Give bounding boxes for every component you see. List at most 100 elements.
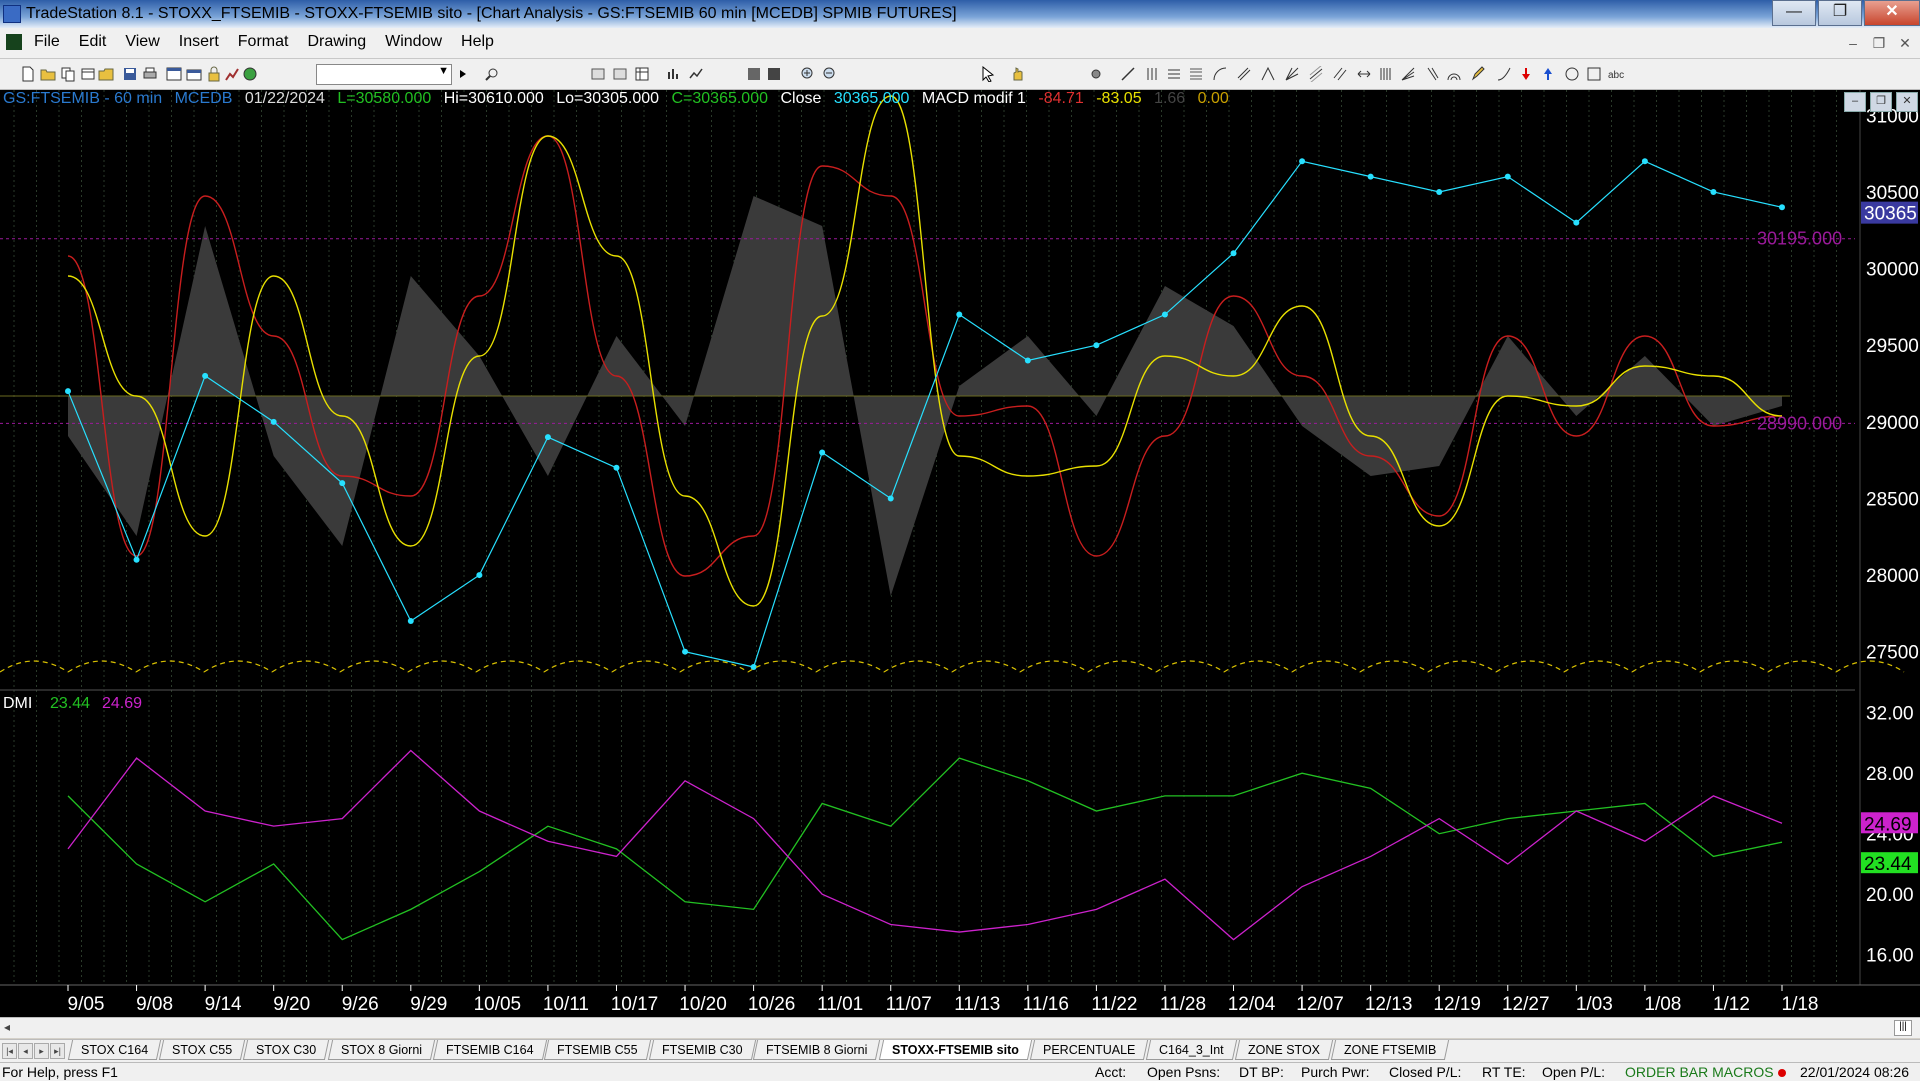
strategy-icon[interactable] xyxy=(766,66,782,82)
analysis-icon[interactable] xyxy=(224,66,240,82)
combo-arrow-icon[interactable] xyxy=(455,66,471,82)
tab-c164-3-int[interactable]: C164_3_Int xyxy=(1145,1040,1237,1060)
multi-lines-icon[interactable] xyxy=(1378,66,1394,82)
menu-help[interactable]: Help xyxy=(461,33,494,51)
current-price-label: 30365 xyxy=(1864,204,1917,225)
settings-icon[interactable] xyxy=(1088,66,1104,82)
menu-insert[interactable]: Insert xyxy=(179,33,219,51)
pointer-icon[interactable] xyxy=(980,66,996,82)
tab-zone-stox[interactable]: ZONE STOX xyxy=(1234,1040,1333,1060)
menu-format[interactable]: Format xyxy=(238,33,289,51)
close-button[interactable]: ✕ xyxy=(1864,0,1920,26)
tab-stox-c30[interactable]: STOX C30 xyxy=(243,1040,330,1060)
window-cascade-icon[interactable] xyxy=(186,66,202,82)
fib-time-icon[interactable] xyxy=(1424,66,1440,82)
copy-icon[interactable] xyxy=(60,66,76,82)
magnifier-icon[interactable] xyxy=(484,66,500,82)
speed-lines-icon[interactable] xyxy=(1400,66,1416,82)
sell-arrow-icon[interactable] xyxy=(1518,66,1534,82)
chart-style-icon[interactable] xyxy=(590,66,606,82)
curve-icon[interactable] xyxy=(1496,66,1512,82)
tab-ftsemib-8-giorni[interactable]: FTSEMIB 8 Giorni xyxy=(753,1040,881,1060)
menu-edit[interactable]: Edit xyxy=(79,33,107,51)
scroll-left-icon[interactable]: ◂ xyxy=(4,1020,10,1034)
rectangle-icon[interactable] xyxy=(1586,66,1602,82)
pencil-icon[interactable] xyxy=(1470,66,1486,82)
chart-canvas[interactable]: 3100030500300002950029000285002800027500… xyxy=(0,90,1920,1017)
channel-icon[interactable] xyxy=(1236,66,1252,82)
zoom-in-icon[interactable] xyxy=(800,66,816,82)
table-icon[interactable] xyxy=(634,66,650,82)
tab-ftsemib-c164[interactable]: FTSEMIB C164 xyxy=(432,1040,547,1060)
chart-restore-icon[interactable]: ❐ xyxy=(1870,92,1892,112)
minimize-button[interactable]: — xyxy=(1772,0,1816,26)
date-axis-label: 10/05 xyxy=(474,994,522,1015)
tab-stox-8-giorni[interactable]: STOX 8 Giorni xyxy=(327,1040,435,1060)
menu-drawing[interactable]: Drawing xyxy=(307,33,366,51)
scroll-thumb[interactable]: ||| xyxy=(1894,1020,1912,1036)
open-icon[interactable] xyxy=(40,66,56,82)
chart-minimize-icon[interactable]: – xyxy=(1844,92,1866,112)
fibonacci-icon[interactable] xyxy=(1188,66,1204,82)
tab-percentuale[interactable]: PERCENTUALE xyxy=(1029,1040,1149,1060)
parallel-lines-icon[interactable] xyxy=(1332,66,1348,82)
line-chart-icon[interactable] xyxy=(688,66,704,82)
maximize-button[interactable]: ❐ xyxy=(1818,0,1862,26)
format-window-icon[interactable] xyxy=(612,66,628,82)
zoom-out-icon[interactable] xyxy=(822,66,838,82)
gann-fan-icon[interactable] xyxy=(1284,66,1300,82)
save-icon[interactable] xyxy=(122,66,138,82)
mdi-restore-icon[interactable]: ❐ xyxy=(1870,34,1888,52)
mdi-minimize-icon[interactable]: – xyxy=(1844,34,1862,52)
arc-icon[interactable] xyxy=(1212,66,1228,82)
tab-next-icon[interactable]: ▸ xyxy=(34,1043,49,1059)
price-point xyxy=(270,418,277,425)
workspace-icon[interactable] xyxy=(80,66,96,82)
globe-icon[interactable] xyxy=(242,66,258,82)
tab-prev-icon[interactable]: ◂ xyxy=(18,1043,33,1059)
menu-view[interactable]: View xyxy=(125,33,159,51)
text-icon[interactable]: abc xyxy=(1608,66,1630,82)
tab-stoxx-ftsemib-sito[interactable]: STOXX-FTSEMIB sito xyxy=(878,1040,1032,1060)
tab-last-icon[interactable]: ▸| xyxy=(50,1043,65,1059)
dmi-axis-label: 32.00 xyxy=(1866,704,1914,725)
tab-stox-c164[interactable]: STOX C164 xyxy=(67,1040,162,1060)
lock-icon[interactable] xyxy=(206,66,222,82)
price-point xyxy=(1024,357,1031,364)
chart-window-icon[interactable] xyxy=(6,34,22,50)
mdi-close-icon[interactable]: ✕ xyxy=(1896,34,1914,52)
symbol-combo[interactable]: ▼ xyxy=(316,64,452,85)
pitchfork-icon[interactable] xyxy=(1260,66,1276,82)
window-arrange-icon[interactable] xyxy=(166,66,182,82)
price-point xyxy=(544,434,551,441)
folder-icon[interactable] xyxy=(98,66,114,82)
chart-close-icon[interactable]: ✕ xyxy=(1896,92,1918,112)
tab-stox-c55[interactable]: STOX C55 xyxy=(159,1040,246,1060)
ellipse-icon[interactable] xyxy=(1564,66,1580,82)
hand-icon[interactable] xyxy=(1010,66,1026,82)
horizontal-lines-icon[interactable] xyxy=(1166,66,1182,82)
indicator-icon[interactable] xyxy=(746,66,762,82)
tab-ftsemib-c30[interactable]: FTSEMIB C30 xyxy=(648,1040,756,1060)
date-axis-label: 1/08 xyxy=(1644,994,1681,1015)
vertical-lines-icon[interactable] xyxy=(1144,66,1160,82)
price-point xyxy=(613,464,620,471)
tab-ftsemib-c55[interactable]: FTSEMIB C55 xyxy=(544,1040,651,1060)
menu-file[interactable]: File xyxy=(34,33,60,51)
buy-arrow-icon[interactable] xyxy=(1540,66,1556,82)
regression-icon[interactable] xyxy=(1308,66,1324,82)
horizontal-scrollbar[interactable]: ◂ ||| xyxy=(0,1017,1920,1038)
new-icon[interactable] xyxy=(20,66,36,82)
bar-chart-icon[interactable] xyxy=(666,66,682,82)
chart-area[interactable]: 31000 30500 30000 29500 29000 28500 28000 27500… xyxy=(0,90,1920,1030)
menu-window[interactable]: Window xyxy=(385,33,442,51)
print-icon[interactable] xyxy=(142,66,158,82)
double-arrow-icon[interactable] xyxy=(1356,66,1372,82)
trendline-icon[interactable] xyxy=(1120,66,1136,82)
status-macros[interactable]: ORDER BAR MACROS xyxy=(1625,1064,1786,1080)
tab-zone-ftsemib[interactable]: ZONE FTSEMIB xyxy=(1330,1040,1450,1060)
status-open-pl: Open P/L: xyxy=(1542,1064,1606,1080)
fib-arc-icon[interactable] xyxy=(1446,66,1462,82)
tab-first-icon[interactable]: |◂ xyxy=(2,1043,17,1059)
header-close-c: C=30365.000 xyxy=(671,90,768,107)
